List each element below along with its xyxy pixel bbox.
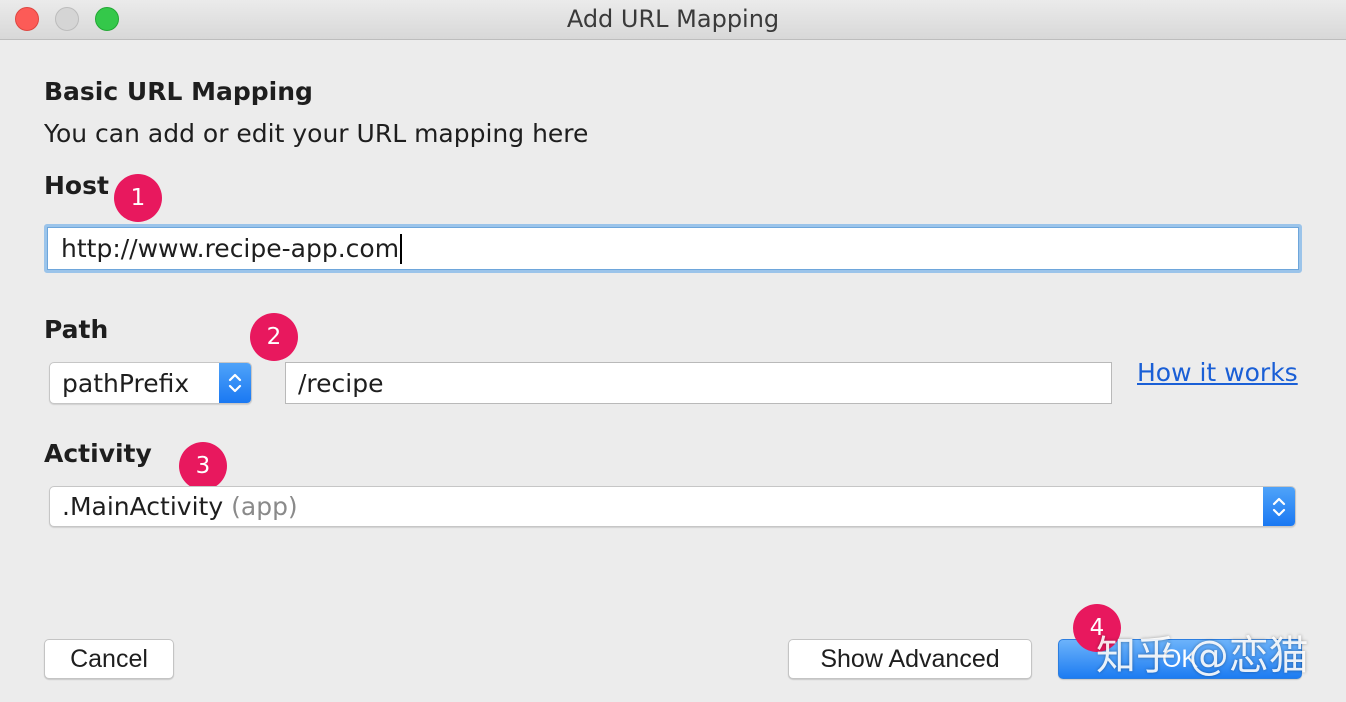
- chevron-updown-icon: [1263, 487, 1295, 526]
- chevron-updown-icon: [219, 363, 251, 403]
- window-title: Add URL Mapping: [566, 5, 780, 33]
- watermark: 知乎 @恋猫: [1096, 633, 1309, 679]
- annotation-badge-2: 2: [250, 313, 298, 361]
- path-input-value: /recipe: [298, 368, 384, 398]
- activity-select[interactable]: .MainActivity (app): [49, 486, 1296, 527]
- host-label: Host: [44, 171, 109, 200]
- how-it-works-link[interactable]: How it works: [1137, 358, 1298, 387]
- path-type-value: pathPrefix: [62, 368, 190, 398]
- activity-module: (app): [231, 492, 298, 521]
- path-label: Path: [44, 315, 109, 344]
- text-caret: [400, 233, 403, 264]
- title-bar: Add URL Mapping: [0, 0, 1346, 40]
- section-heading: Basic URL Mapping: [44, 77, 313, 106]
- show-advanced-button[interactable]: Show Advanced: [788, 639, 1032, 679]
- path-input[interactable]: /recipe: [285, 362, 1112, 404]
- cancel-button[interactable]: Cancel: [44, 639, 174, 679]
- section-description: You can add or edit your URL mapping her…: [44, 119, 589, 148]
- path-type-select[interactable]: pathPrefix: [49, 362, 252, 404]
- host-input-value: http://www.recipe-app.com: [61, 234, 400, 263]
- annotation-badge-1: 1: [114, 174, 162, 222]
- activity-value: .MainActivity: [62, 492, 224, 521]
- activity-label: Activity: [44, 439, 152, 468]
- annotation-badge-3: 3: [179, 442, 227, 490]
- host-input[interactable]: http://www.recipe-app.com: [44, 224, 1302, 273]
